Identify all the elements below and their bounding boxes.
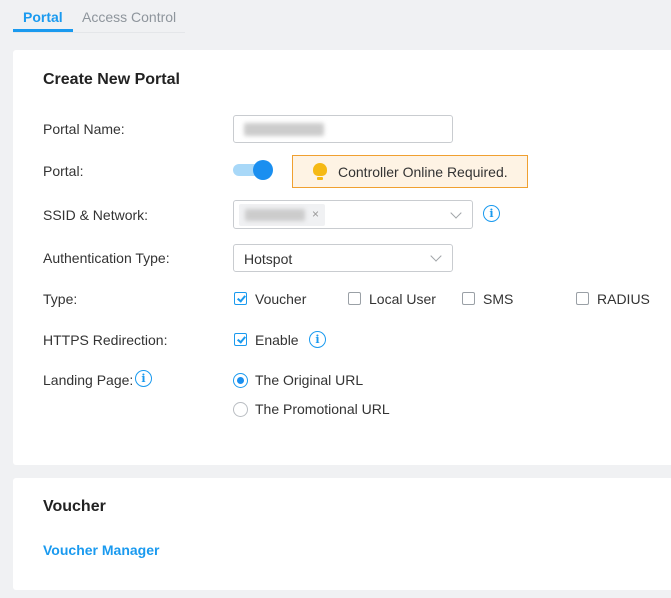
- card-title: Create New Portal: [43, 71, 180, 88]
- original-url-label: The Original URL: [255, 372, 364, 388]
- promotional-url-label: The Promotional URL: [255, 401, 390, 417]
- controller-online-warning: Controller Online Required.: [292, 155, 528, 188]
- ssid-chip-label-redacted: [245, 209, 305, 221]
- toggle-knob: [253, 160, 273, 180]
- checkbox-sms[interactable]: [462, 292, 475, 305]
- voucher-card: Voucher Voucher Manager: [13, 478, 671, 590]
- https-redirection-label: HTTPS Redirection:: [43, 332, 168, 348]
- tab-bar: Portal Access Control: [13, 0, 185, 33]
- ssid-info-icon[interactable]: i: [483, 205, 500, 222]
- ssid-network-label: SSID & Network:: [43, 207, 149, 223]
- checkbox-voucher[interactable]: [234, 292, 247, 305]
- auth-type-select[interactable]: Hotspot: [233, 244, 453, 272]
- https-enable-label: Enable: [255, 332, 299, 348]
- chevron-down-icon: [450, 207, 462, 219]
- checkbox-radius[interactable]: [576, 292, 589, 305]
- ssid-network-select[interactable]: ×: [233, 200, 473, 229]
- create-portal-card: Create New Portal Portal Name: Portal: C…: [13, 50, 671, 465]
- voucher-manager-link[interactable]: Voucher Manager: [43, 542, 159, 558]
- chip-remove-icon[interactable]: ×: [312, 207, 319, 221]
- lightbulb-icon: [313, 162, 327, 181]
- ssid-chip: ×: [239, 204, 325, 226]
- portal-label: Portal:: [43, 163, 84, 179]
- checkbox-local-user[interactable]: [348, 292, 361, 305]
- type-label: Type:: [43, 291, 78, 307]
- chevron-down-icon: [430, 250, 442, 262]
- sms-option-label: SMS: [483, 291, 514, 307]
- radius-option-label: RADIUS: [597, 291, 650, 307]
- auth-type-value: Hotspot: [244, 251, 293, 267]
- auth-type-label: Authentication Type:: [43, 250, 170, 266]
- radio-original-url[interactable]: [233, 373, 248, 388]
- warning-text: Controller Online Required.: [338, 163, 508, 180]
- portal-name-label: Portal Name:: [43, 121, 125, 137]
- checkbox-https-enable[interactable]: [234, 333, 247, 346]
- https-info-icon[interactable]: i: [309, 331, 326, 348]
- landing-page-label: Landing Page:: [43, 372, 134, 388]
- voucher-title: Voucher: [43, 498, 106, 515]
- tab-portal[interactable]: Portal: [23, 9, 63, 25]
- local-user-option-label: Local User: [369, 291, 436, 307]
- voucher-option-label: Voucher: [255, 291, 307, 307]
- portal-name-value-redacted: [244, 123, 324, 136]
- active-tab-indicator: [13, 29, 73, 32]
- portal-name-input[interactable]: [233, 115, 453, 143]
- radio-promotional-url[interactable]: [233, 402, 248, 417]
- portal-toggle[interactable]: [233, 160, 273, 180]
- tab-access-control[interactable]: Access Control: [82, 9, 176, 25]
- landing-page-info-icon[interactable]: i: [135, 370, 152, 387]
